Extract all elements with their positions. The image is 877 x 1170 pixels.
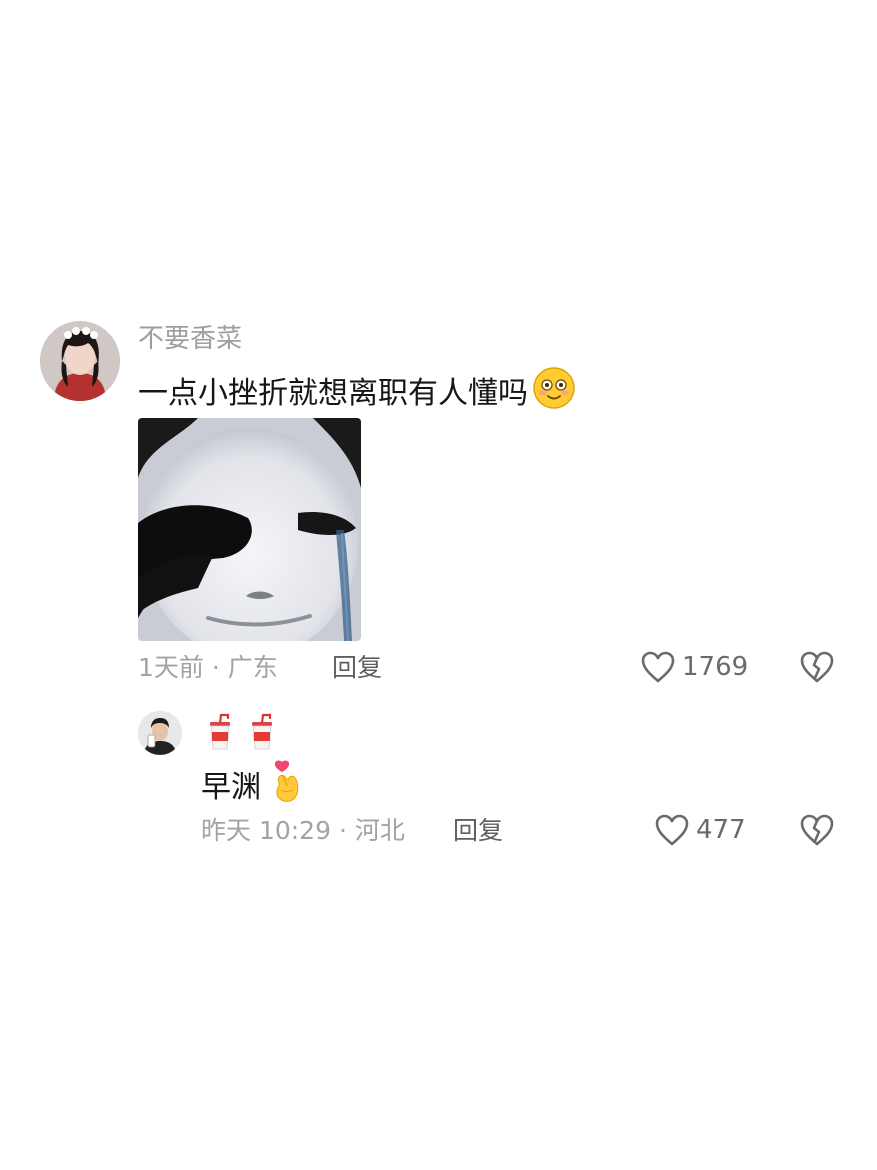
reply-like-count: 477 — [696, 815, 746, 845]
like-count: 1769 — [682, 652, 749, 682]
like-button[interactable]: 1769 — [640, 650, 748, 684]
broken-heart-icon — [800, 814, 834, 846]
reply-reply-button[interactable]: 回复 — [453, 816, 503, 846]
smiling-face-emoji — [532, 366, 576, 421]
user-avatar-icon — [40, 321, 120, 401]
reply-button[interactable]: 回复 — [332, 653, 382, 683]
reply-meta: 昨天 10:29 · 河北 — [201, 816, 405, 845]
user-avatar-icon — [138, 711, 182, 755]
reply-text: 早渊 — [201, 760, 303, 815]
reply-avatar[interactable] — [138, 711, 182, 755]
comment-username[interactable]: 不要香菜 — [138, 324, 242, 354]
heart-outline-icon — [655, 814, 689, 846]
reply-dislike-button[interactable] — [799, 813, 835, 851]
reply-text-content: 早渊 — [201, 769, 261, 805]
comment-avatar[interactable] — [40, 321, 120, 401]
comment-text-content: 一点小挫折就想离职有人懂吗 — [138, 375, 528, 411]
dislike-button[interactable] — [799, 650, 835, 688]
drink-cup-emoji — [210, 713, 230, 750]
drink-cup-emoji — [252, 713, 272, 750]
heart-outline-icon — [641, 651, 675, 683]
reply-like-button[interactable]: 477 — [654, 813, 746, 847]
finger-heart-emoji — [271, 760, 303, 815]
crying-panda-meme-sticker[interactable] — [138, 418, 361, 641]
comment-text: 一点小挫折就想离职有人懂吗 — [138, 366, 576, 421]
broken-heart-icon — [800, 651, 834, 683]
comment-meta: 1天前 · 广东 — [138, 653, 278, 682]
reply-username[interactable] — [206, 713, 276, 751]
